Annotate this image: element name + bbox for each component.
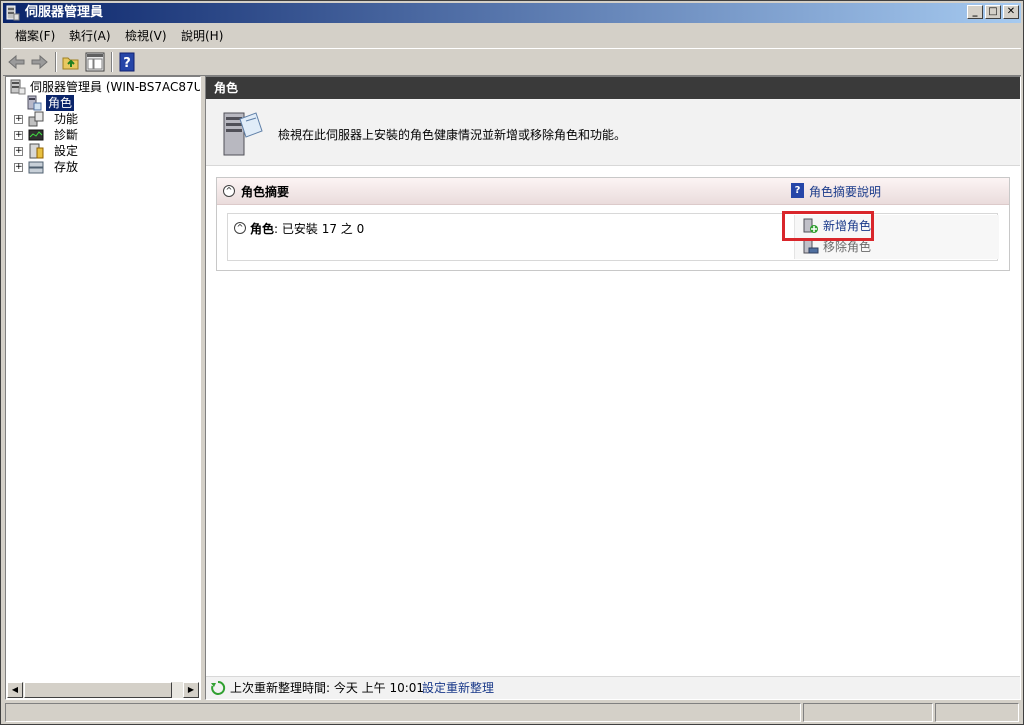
tree-item-label: 存放 (54, 160, 79, 174)
add-roles-highlight (782, 211, 874, 241)
console-tree: 伺服器管理員 (WIN-BS7AC87UV 角色 + 功能 + 診斷 + 設定 … (5, 76, 201, 700)
help-icon[interactable]: ? (117, 52, 137, 72)
minimize-button[interactable]: _ (967, 5, 983, 19)
help-icon: ? (791, 183, 804, 198)
intro-text: 檢視在此伺服器上安裝的角色健康情況並新增或移除角色和功能。 (278, 128, 627, 142)
triangle-left-icon: ◀ (11, 685, 19, 694)
menu-action[interactable]: 執行(A) (67, 28, 113, 44)
triangle-right-icon: ▶ (187, 685, 195, 694)
configuration-icon (29, 143, 44, 159)
menu-help[interactable]: 說明(H) (179, 28, 225, 44)
tree-item-label: 診斷 (54, 128, 79, 142)
title-bar[interactable]: 伺服器管理員 _ □ ✕ (3, 3, 1021, 23)
menu-view[interactable]: 檢視(V) (123, 28, 169, 44)
maximize-button[interactable]: □ (985, 5, 1001, 19)
roles-icon (27, 95, 42, 111)
expand-plus-icon[interactable]: + (14, 115, 23, 124)
expand-plus-icon[interactable]: + (14, 163, 23, 172)
menu-bar: 檔案(F) 執行(A) 檢視(V) 說明(H) (3, 25, 1021, 47)
tree-item-diagnostics[interactable]: + 診斷 (14, 127, 194, 143)
storage-icon (28, 161, 44, 174)
tree-root-label: 伺服器管理員 (WIN-BS7AC87UV (30, 80, 201, 94)
roles-summary-header: ^ 角色摘要 ? 角色摘要說明 (217, 178, 1009, 205)
server-manager-icon (6, 5, 20, 21)
menu-file[interactable]: 檔案(F) (13, 28, 57, 44)
toolbar-separator (111, 52, 113, 72)
expand-plus-icon[interactable]: + (14, 147, 23, 156)
status-bar (3, 703, 1021, 723)
roles-label: 角色 (250, 222, 275, 236)
forward-arrow-icon[interactable] (29, 52, 49, 72)
roles-status: : 已安裝 17 之 0 (274, 222, 365, 236)
scroll-thumb[interactable] (24, 682, 172, 698)
maximize-icon: □ (988, 6, 998, 17)
show-hide-console-tree-icon[interactable] (85, 52, 105, 72)
tree-item-label: 角色 (46, 95, 75, 111)
close-icon: ✕ (1006, 6, 1016, 17)
roles-box: ^ 角色: 已安裝 17 之 0 新增角色 移除角色 (227, 213, 999, 261)
roles-summary-section: ^ 角色摘要 ? 角色摘要說明 ^ 角色: 已安裝 17 之 0 新增角色 移除… (216, 177, 1010, 271)
scroll-left-button[interactable]: ◀ (7, 682, 23, 698)
server-roles-icon (223, 112, 263, 156)
features-icon (28, 111, 44, 127)
scroll-right-button[interactable]: ▶ (183, 682, 199, 698)
server-manager-window: 伺服器管理員 _ □ ✕ 檔案(F) 執行(A) 檢視(V) 說明(H) ? 伺… (0, 0, 1024, 725)
status-pane-3 (935, 703, 1019, 722)
svg-text:?: ? (123, 56, 131, 71)
refresh-bar: 上次重新整理時間: 今天 上午 10:01 設定重新整理 (206, 676, 1020, 699)
roles-summary-help-link[interactable]: 角色摘要說明 (809, 183, 881, 200)
tree-item-label: 設定 (54, 144, 79, 158)
roles-count: 角色: 已安裝 17 之 0 (250, 220, 364, 237)
up-folder-icon[interactable] (61, 52, 81, 72)
tree-item-features[interactable]: + 功能 (14, 111, 194, 127)
collapse-chevron-up-icon[interactable]: ^ (223, 185, 235, 197)
tree-horizontal-scrollbar[interactable]: ◀ ▶ (7, 682, 199, 698)
diagnostics-icon (28, 129, 44, 141)
expand-plus-icon[interactable]: + (14, 131, 23, 140)
back-arrow-icon[interactable] (7, 52, 27, 72)
refresh-icon (211, 680, 226, 695)
roles-summary-title: 角色摘要 (241, 185, 290, 199)
server-manager-icon (10, 79, 26, 95)
remove-roles-icon (803, 239, 819, 254)
tree-item-label: 功能 (54, 112, 79, 126)
collapse-chevron-up-icon[interactable]: ^ (234, 222, 246, 234)
tree-item-storage[interactable]: + 存放 (14, 159, 194, 175)
minimize-icon: _ (972, 6, 978, 17)
last-refresh-text: 上次重新整理時間: 今天 上午 10:01 (230, 681, 425, 695)
details-pane: 角色 檢視在此伺服器上安裝的角色健康情況並新增或移除角色和功能。 ^ 角色摘要 … (205, 76, 1021, 700)
status-pane-main (5, 703, 801, 722)
window-title: 伺服器管理員 (25, 5, 104, 20)
toolbar-separator (55, 52, 57, 72)
status-pane-2 (803, 703, 933, 722)
configure-refresh-link[interactable]: 設定重新整理 (422, 677, 494, 699)
toolbar: ? (3, 48, 1021, 76)
page-title: 角色 (206, 77, 1020, 99)
tree-item-configuration[interactable]: + 設定 (14, 143, 194, 159)
intro-banner: 檢視在此伺服器上安裝的角色健康情況並新增或移除角色和功能。 (206, 99, 1020, 166)
close-button[interactable]: ✕ (1003, 5, 1019, 19)
